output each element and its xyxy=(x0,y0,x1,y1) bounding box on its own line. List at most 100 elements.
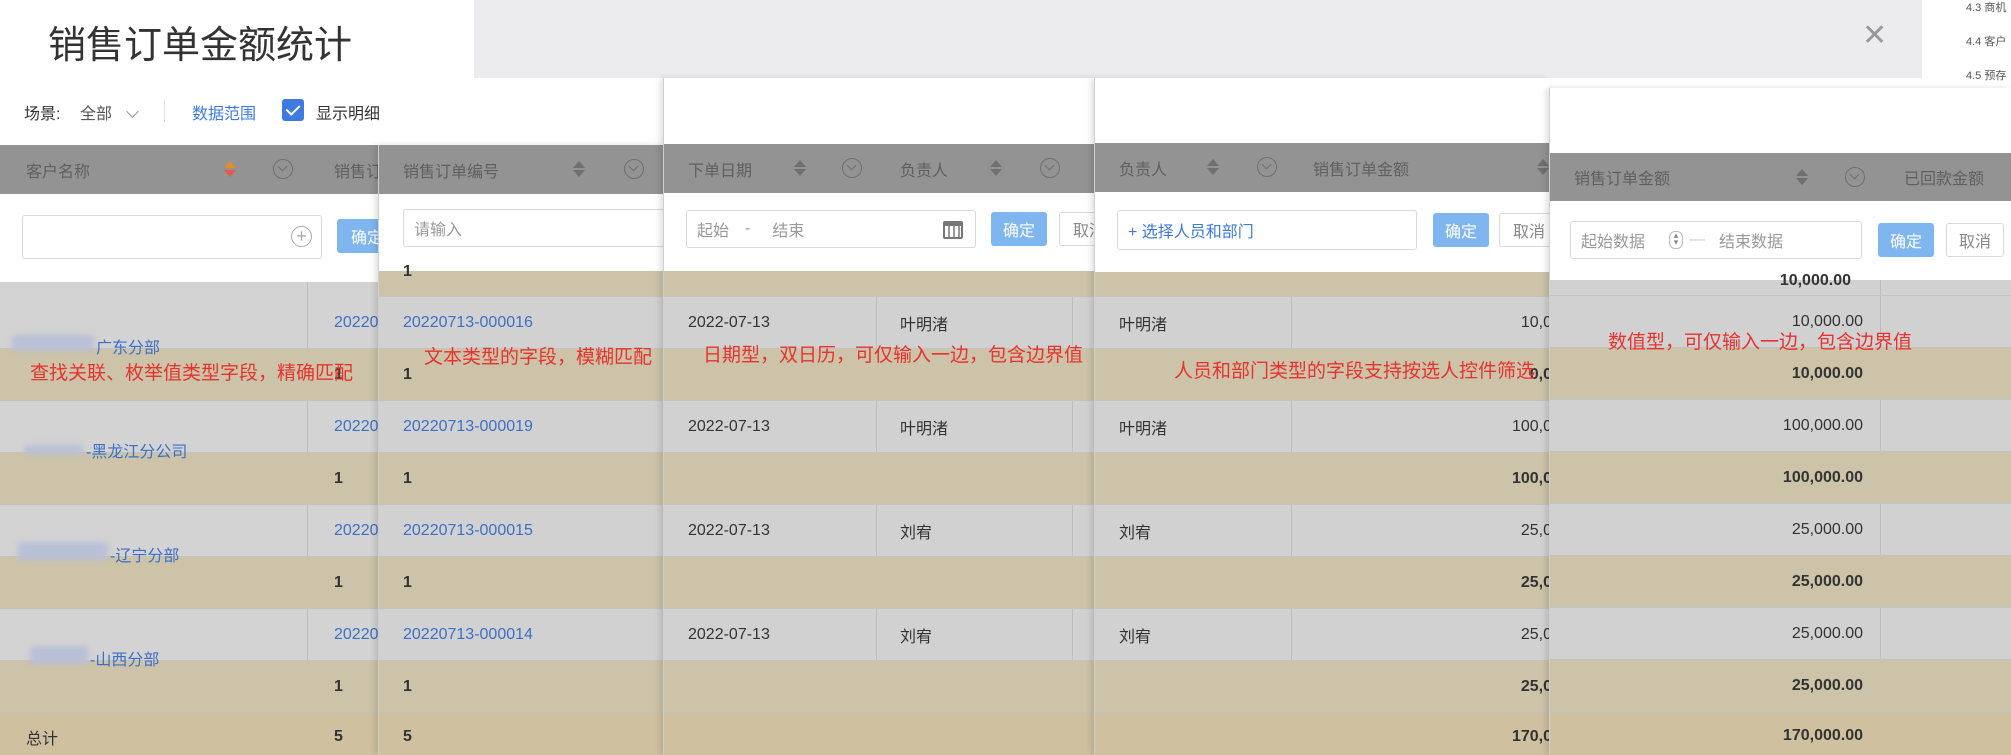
person-select-input[interactable]: + 选择人员和部门 xyxy=(1117,210,1417,250)
table-row[interactable]: 20220713-000019 xyxy=(379,401,666,453)
filter-screenshot-number: 销售订单金额 已回款金额 起始数据 ▴ ▾ — 结束数据 确定 取消 10,000… xyxy=(1549,88,2011,755)
table-row[interactable]: 20220713-000015 xyxy=(379,505,666,557)
subtotal-row: 25,0 xyxy=(1095,557,1550,609)
customer-name[interactable]: -黑龙江分公司 xyxy=(86,438,187,462)
number-start[interactable]: 起始数据 xyxy=(1581,228,1645,252)
col-customer-header[interactable]: 客户名称 xyxy=(2,145,114,194)
order-date: 2022-07-13 xyxy=(688,521,770,539)
number-range-input[interactable]: 起始数据 ▴ ▾ — 结束数据 xyxy=(1570,221,1862,259)
person-filter-popup: + 选择人员和部门 确定 取消 xyxy=(1095,192,1550,272)
total-row xyxy=(664,713,1095,755)
partial-row: 1 xyxy=(379,263,666,297)
col-amount-header[interactable]: 销售订单金额 xyxy=(1550,153,1694,201)
order-no[interactable]: 20220713-000019 xyxy=(379,401,557,452)
table-row[interactable]: 2022-07-13 叶明渚 xyxy=(664,401,1095,453)
col-order-no-header[interactable]: 销售订单编号 xyxy=(379,145,523,194)
redacted-name xyxy=(18,542,108,560)
order-prefix[interactable]: 20220 xyxy=(310,609,380,660)
table-row[interactable]: 25,000.00 xyxy=(1550,608,2011,660)
amount: 25,000.00 xyxy=(1791,624,1863,642)
subtotal-amount: 25,000.00 xyxy=(1791,676,1863,694)
cancel-button[interactable]: 取消 xyxy=(1499,213,1550,247)
add-circle-icon[interactable]: + xyxy=(291,226,312,247)
subtotal-count: 1 xyxy=(334,677,343,695)
subtotal-row: 100,0 xyxy=(1095,453,1550,505)
partial-row: 10,000.00 xyxy=(1550,272,2011,296)
table-row[interactable]: 刘宥 25,0 xyxy=(1095,609,1550,661)
col-amount-header[interactable]: 销售订单金额 xyxy=(1289,143,1433,192)
sort-icon[interactable] xyxy=(794,158,806,178)
close-icon[interactable]: ✕ xyxy=(1862,18,1887,53)
subtotal-row: 1 xyxy=(379,661,666,713)
sort-icon[interactable] xyxy=(1796,167,1808,187)
amount: 10,0 xyxy=(1520,313,1550,331)
order-no[interactable]: 20220713-000016 xyxy=(379,297,557,348)
cancel-button[interactable]: 取消 xyxy=(1059,212,1095,246)
table-row[interactable]: 2022-07-13 刘宥 xyxy=(664,609,1095,661)
total-row: 170,0 xyxy=(1095,713,1550,755)
table-row[interactable]: 100,000.00 xyxy=(1550,400,2011,452)
table-row[interactable]: 2022-07-13 刘宥 xyxy=(664,505,1095,557)
sort-icon[interactable] xyxy=(224,159,236,179)
customer-name[interactable]: 广东分部 xyxy=(96,334,160,358)
filter-chevron-icon[interactable] xyxy=(842,158,862,178)
number-filter-popup: 起始数据 ▴ ▾ — 结束数据 确定 取消 xyxy=(1550,201,2011,280)
amount: 25,0 xyxy=(1520,521,1550,539)
amount: 25,000.00 xyxy=(1791,520,1863,538)
confirm-button[interactable]: 确定 xyxy=(1433,213,1489,247)
owner: 刘宥 xyxy=(1119,524,1152,542)
filter-chevron-icon[interactable] xyxy=(624,159,644,179)
table-row[interactable]: 20220713-000014 xyxy=(379,609,666,661)
text-filter-input[interactable]: 请输入 xyxy=(403,209,666,247)
col-date-header[interactable]: 下单日期 xyxy=(664,144,776,193)
order-date: 2022-07-13 xyxy=(688,417,770,435)
filter-chevron-icon[interactable] xyxy=(1040,158,1060,178)
customer-filter-input[interactable] xyxy=(22,215,322,259)
table-header: 销售订单金额 已回款金额 xyxy=(1550,153,2011,201)
sort-icon[interactable] xyxy=(573,159,585,179)
order-prefix[interactable]: 20220 xyxy=(310,297,380,348)
col-owner-header[interactable]: 负责人 xyxy=(1095,143,1191,192)
sort-icon[interactable] xyxy=(1537,157,1549,177)
stepper-icon[interactable]: ▴ ▾ xyxy=(1669,231,1684,249)
table-body: 20220 1 广东分部 20220 1 -黑龙江分公司 20220 1 -辽宁… xyxy=(0,282,380,755)
table-row[interactable]: 刘宥 25,0 xyxy=(1095,505,1550,557)
annotation-lookup: 查找关联、枚举值类型字段，精确匹配 xyxy=(30,363,354,384)
sort-icon[interactable] xyxy=(990,158,1002,178)
order-prefix[interactable]: 20220 xyxy=(310,401,380,452)
confirm-button[interactable]: 确定 xyxy=(337,219,380,253)
sort-icon[interactable] xyxy=(1207,157,1219,177)
table-body: 叶明渚 10,0 0,0 叶明渚 100,0 100,0 刘宥 25,0 25,… xyxy=(1095,272,1550,755)
toc-item[interactable]: 4.4 客户 xyxy=(1922,34,2011,68)
filter-chevron-icon[interactable] xyxy=(1257,157,1277,177)
table-row[interactable]: 叶明渚 100,0 xyxy=(1095,401,1550,453)
customer-name[interactable]: -辽宁分部 xyxy=(110,542,179,566)
col-owner-header[interactable]: 负责人 xyxy=(876,144,972,193)
toc-panel: 4.3 商机 4.4 客户 4.5 预存 xyxy=(1922,0,2011,90)
cancel-button[interactable]: 取消 xyxy=(1946,223,2004,257)
confirm-button[interactable]: 确定 xyxy=(991,212,1047,246)
filter-chevron-icon[interactable] xyxy=(273,159,293,179)
text-filter-popup: 请输入 xyxy=(379,194,666,271)
date-end[interactable]: 结束 xyxy=(772,217,804,241)
screenshot-top xyxy=(1550,88,2011,153)
col-received-header[interactable]: 已回款金额 xyxy=(1880,153,2008,201)
total-amount: 170,0 xyxy=(1511,727,1550,745)
total-row: 170,000.00 xyxy=(1550,712,2011,755)
order-no[interactable]: 20220713-000015 xyxy=(379,505,557,556)
confirm-button[interactable]: 确定 xyxy=(1878,223,1934,257)
filter-chevron-icon[interactable] xyxy=(1845,167,1865,187)
calendar-icon[interactable] xyxy=(943,221,963,239)
table-row[interactable]: 25,000.00 xyxy=(1550,504,2011,556)
toc-item[interactable]: 4.3 商机 xyxy=(1922,0,2011,34)
date-range-input[interactable]: 起始 - 结束 xyxy=(686,210,976,248)
order-prefix[interactable]: 20220 xyxy=(310,505,380,556)
order-no[interactable]: 20220713-000014 xyxy=(379,609,557,660)
table-row[interactable]: 叶明渚 10,0 xyxy=(1095,297,1550,349)
subtotal-row xyxy=(664,453,1095,505)
owner: 刘宥 xyxy=(900,524,933,542)
filter-screenshot-date: 下单日期 负责人 起始 - 结束 确定 取消 2022-07-13 叶明渚 20… xyxy=(663,78,1095,755)
date-start[interactable]: 起始 xyxy=(697,217,729,241)
number-end[interactable]: 结束数据 xyxy=(1719,228,1783,252)
customer-name[interactable]: -山西分部 xyxy=(90,646,159,670)
